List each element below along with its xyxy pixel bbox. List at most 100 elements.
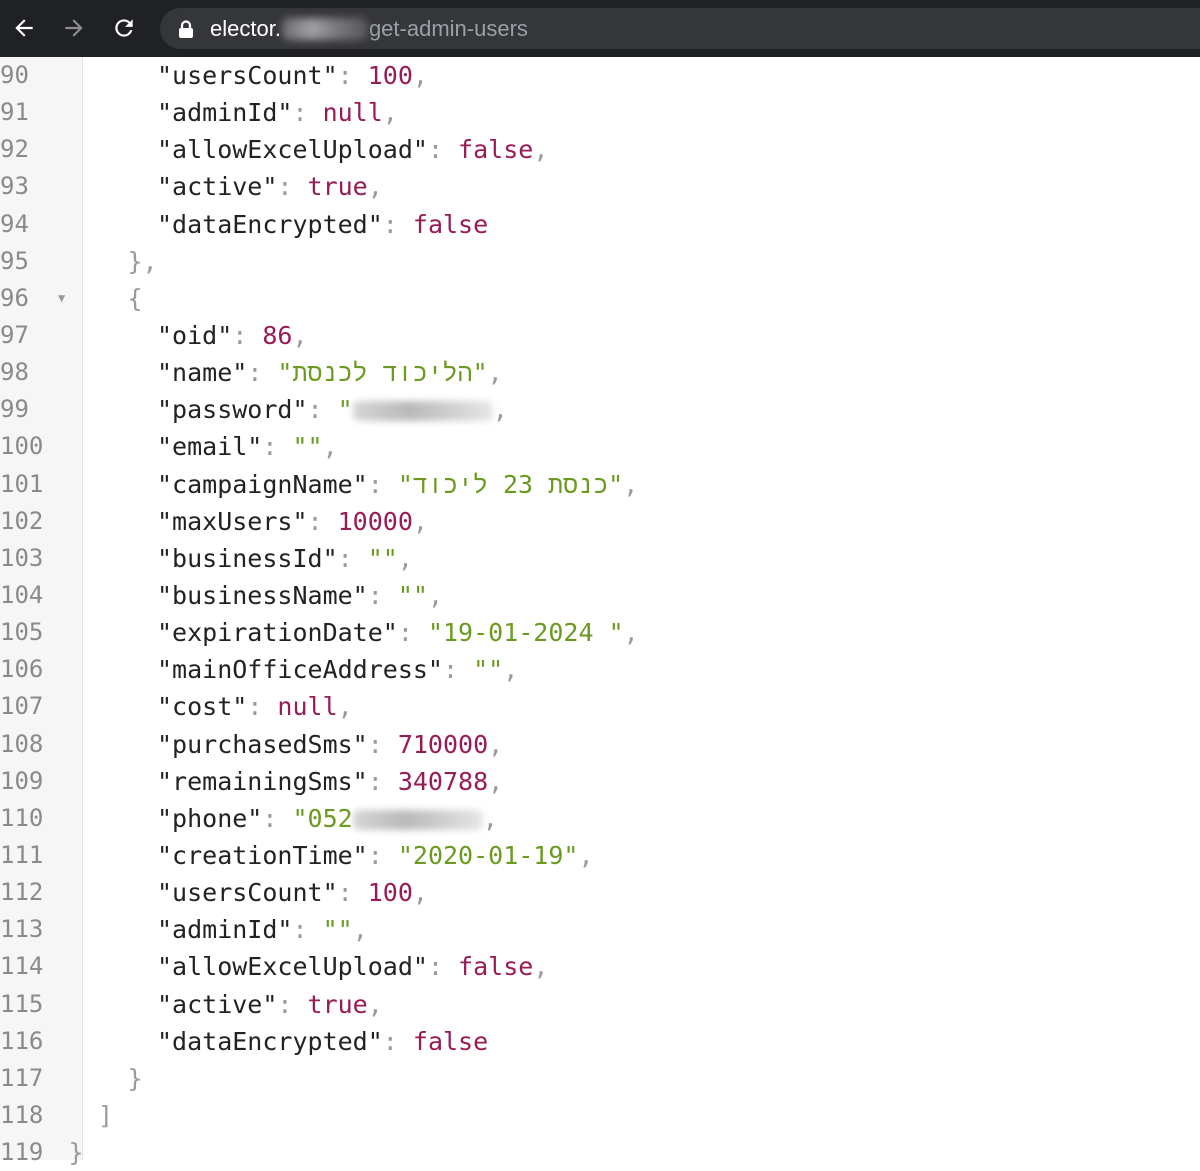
json-colon: : xyxy=(307,506,338,536)
line-number: 105 xyxy=(0,618,44,647)
line-content: } xyxy=(69,1134,84,1171)
line-content: "adminId": null, xyxy=(157,94,398,131)
line-number: 99 xyxy=(0,395,29,424)
source-line: 104 "businessName": "", xyxy=(0,577,1200,614)
json-comma: , xyxy=(367,172,383,202)
json-number: 100 xyxy=(367,61,413,90)
json-colon: : xyxy=(427,135,459,165)
line-number: 114 xyxy=(0,952,44,981)
json-colon: : xyxy=(337,61,368,90)
line-content: "active": true, xyxy=(157,986,383,1023)
json-literal: false xyxy=(412,209,489,239)
line-content: "mainOfficeAddress": "", xyxy=(157,651,518,688)
json-punctuation: } xyxy=(68,1138,84,1168)
json-key: "allowExcelUpload" xyxy=(157,952,428,982)
json-key: "mainOfficeAddress" xyxy=(157,655,443,685)
json-quote: " xyxy=(488,655,504,685)
json-comma: , xyxy=(412,61,428,90)
line-content: "name": "הליכוד לכנסת", xyxy=(157,354,503,391)
url-text: elector. get-admin-users xyxy=(210,14,528,43)
json-quote: " xyxy=(397,840,413,870)
line-content: "allowExcelUpload": false, xyxy=(157,131,548,168)
json-key: "remainingSms" xyxy=(157,766,368,796)
source-line: 109 "remainingSms": 340788, xyxy=(0,763,1200,800)
json-quote: " xyxy=(307,432,323,462)
source-line: 108 "purchasedSms": 710000, xyxy=(0,726,1200,763)
line-content: "businessId": "", xyxy=(157,540,413,577)
source-line: 102 "maxUsers": 10000, xyxy=(0,503,1200,540)
line-number: 115 xyxy=(0,989,44,1018)
json-key: "usersCount" xyxy=(157,878,338,908)
json-literal: false xyxy=(458,135,534,165)
json-quote: " xyxy=(427,618,443,648)
json-literal: null xyxy=(322,98,383,128)
line-number: 107 xyxy=(0,692,44,721)
source-line: 99 "password": ", xyxy=(0,391,1200,428)
back-button[interactable] xyxy=(6,10,42,46)
json-comma: , xyxy=(488,729,504,759)
json-key: "expirationDate" xyxy=(157,618,398,648)
json-comma: , xyxy=(623,469,639,499)
json-key: "phone" xyxy=(157,803,263,833)
fold-toggle-icon[interactable]: ▼ xyxy=(58,280,65,317)
json-colon: : xyxy=(292,915,323,945)
json-comma: , xyxy=(427,580,444,610)
json-colon: : xyxy=(247,358,278,388)
source-line: 95}, xyxy=(0,243,1200,280)
line-number: 98 xyxy=(0,358,29,387)
source-line: 97 "oid": 86, xyxy=(0,317,1200,354)
source-line: 119} xyxy=(0,1134,1200,1171)
line-content: "active": true, xyxy=(157,168,383,205)
line-number: 92 xyxy=(0,135,29,164)
line-number: 94 xyxy=(0,209,29,238)
source-line: 118] xyxy=(0,1097,1200,1134)
source-line: 92 "allowExcelUpload": false, xyxy=(0,131,1200,168)
line-content: "maxUsers": 10000, xyxy=(157,503,428,540)
line-number: 116 xyxy=(0,1026,44,1055)
json-comma: , xyxy=(578,840,594,870)
line-number: 108 xyxy=(0,729,44,758)
source-line: 94 "dataEncrypted": false xyxy=(0,206,1200,243)
json-number: 86 xyxy=(262,320,293,350)
json-key: "adminId" xyxy=(157,915,293,945)
json-quote: " xyxy=(412,580,428,610)
json-colon: : xyxy=(247,692,278,722)
json-quote: " xyxy=(337,915,353,945)
json-punctuation: }, xyxy=(127,246,158,276)
source-line: 117} xyxy=(0,1060,1200,1097)
line-number: 101 xyxy=(0,469,44,498)
url-path: get-admin-users xyxy=(368,16,528,41)
json-number: 100 xyxy=(367,878,413,908)
json-quote: " xyxy=(277,358,293,388)
line-number: 96 xyxy=(0,283,29,312)
address-bar[interactable]: elector. get-admin-users xyxy=(160,8,1200,49)
source-line: 101 "campaignName": "כנסת 23 ליכוד", xyxy=(0,466,1200,503)
json-comma: , xyxy=(322,432,338,462)
json-string: 19-01-2024 xyxy=(443,618,609,648)
json-colon: : xyxy=(262,432,293,462)
line-content: "usersCount": 100, xyxy=(157,57,428,94)
json-quote: " xyxy=(472,358,488,388)
json-literal: true xyxy=(307,989,368,1019)
json-punctuation: } xyxy=(127,1063,143,1093)
source-line: 91 "adminId": null, xyxy=(0,94,1200,131)
json-quote: " xyxy=(473,655,489,685)
line-content: "oid": 86, xyxy=(157,317,308,354)
json-quote: " xyxy=(397,580,413,610)
json-colon: : xyxy=(367,766,398,796)
line-content: } xyxy=(128,1060,143,1097)
line-number: 91 xyxy=(0,98,29,127)
line-content: "creationTime": "2020-01-19", xyxy=(157,837,594,874)
reload-button[interactable] xyxy=(106,10,142,46)
json-key: "name" xyxy=(157,358,248,388)
source-line: 105 "expirationDate": "19-01-2024 ", xyxy=(0,614,1200,651)
source-line: 111 "creationTime": "2020-01-19", xyxy=(0,837,1200,874)
forward-button[interactable] xyxy=(56,10,92,46)
line-content: "purchasedSms": 710000, xyxy=(157,726,503,763)
line-content: "allowExcelUpload": false, xyxy=(157,948,548,985)
line-content: { xyxy=(128,280,143,317)
arrow-right-icon xyxy=(65,19,83,37)
json-string: 2020-01-19 xyxy=(412,840,564,870)
json-colon: : xyxy=(382,1026,413,1056)
json-comma: , xyxy=(337,692,353,722)
